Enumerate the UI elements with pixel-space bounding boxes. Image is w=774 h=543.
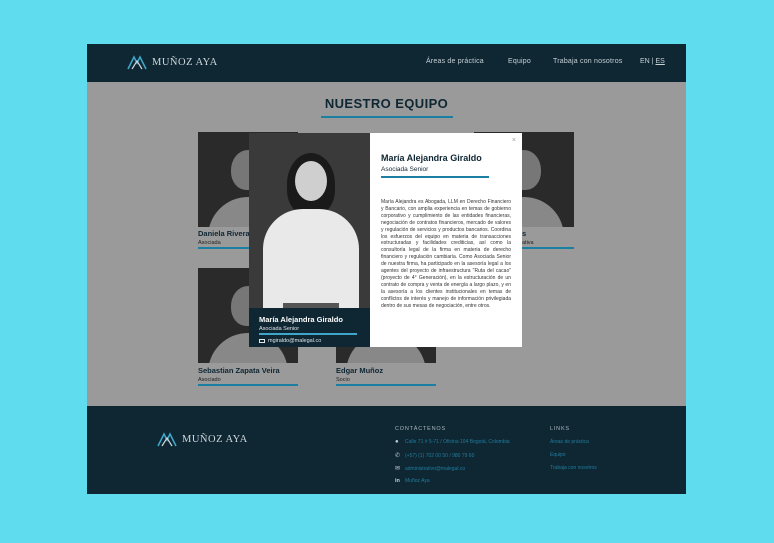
- caption-role: Asociada Senior: [259, 326, 300, 332]
- team-member-role: Asociada: [198, 240, 221, 246]
- site-footer: MUÑOZ AYA CONTÁCTENOS ● Calle 71 # 5-71 …: [87, 406, 686, 494]
- caption-email[interactable]: mgiraldo@malegal.co: [268, 338, 321, 344]
- portrait-face: [295, 161, 327, 201]
- caption-email-link[interactable]: mgiraldo@malegal.co: [259, 338, 321, 344]
- footer-link-equipo[interactable]: Equipo: [550, 452, 566, 458]
- card-underline: [336, 384, 436, 386]
- location-pin-icon: ●: [395, 439, 399, 445]
- linkedin-text[interactable]: Muñoz Aya: [405, 478, 430, 484]
- lang-separator: |: [651, 58, 654, 65]
- team-member-name[interactable]: Daniela Rivera: [198, 229, 250, 238]
- logo[interactable]: MUÑOZ AYA: [127, 54, 218, 70]
- mail-icon: [259, 339, 265, 343]
- footer-link-areas[interactable]: Áreas de práctica: [550, 439, 589, 445]
- team-member-name[interactable]: Sebastian Zapata Veira: [198, 366, 280, 375]
- team-member-name[interactable]: Edgar Muñoz: [336, 366, 383, 375]
- language-switcher: EN | ES: [640, 58, 665, 65]
- title-underline: [321, 116, 453, 118]
- modal-caption: María Alejandra Giraldo Asociada Senior …: [249, 308, 370, 347]
- nav-equipo[interactable]: Equipo: [508, 58, 531, 65]
- modal-bio: María Alejandra es Abogada, LLM en Derec…: [381, 199, 511, 309]
- footer-address: ● Calle 71 # 5-71 / Oficina 104 Bogotá, …: [395, 439, 510, 445]
- links-heading: LINKS: [550, 426, 570, 432]
- logo-text: MUÑOZ AYA: [182, 433, 248, 445]
- modal-name: María Alejandra Giraldo: [381, 153, 482, 163]
- address-text: Calle 71 # 5-71 / Oficina 104 Bogotá, Co…: [405, 439, 510, 445]
- card-underline: [198, 384, 298, 386]
- footer-link-trabaja[interactable]: Trabaja con nosotros: [550, 465, 597, 471]
- team-member-role: ativa: [522, 240, 534, 246]
- modal-panel: × María Alejandra Giraldo Asociada Senio…: [370, 133, 522, 347]
- team-member-name[interactable]: s: [522, 229, 526, 238]
- footer-logo[interactable]: MUÑOZ AYA: [157, 431, 248, 447]
- footer-linkedin[interactable]: in Muñoz Aya: [395, 478, 430, 484]
- phone-icon: ✆: [395, 453, 401, 459]
- caption-underline: [259, 333, 357, 335]
- email-text[interactable]: administrativo@malegal.co: [405, 466, 465, 472]
- caption-name: María Alejandra Giraldo: [259, 315, 343, 324]
- logo-mark-icon: [127, 55, 147, 70]
- modal-underline: [381, 176, 489, 178]
- nav-trabaja-con-nosotros[interactable]: Trabaja con nosotros: [553, 58, 623, 65]
- modal-role: Asociada Senior: [381, 166, 429, 173]
- phone-text[interactable]: (+57) (1) 702 00 50 / 980 79 60: [405, 453, 474, 459]
- website-mockup: MUÑOZ AYA Áreas de práctica Equipo Traba…: [87, 44, 686, 494]
- footer-email[interactable]: ✉ administrativo@malegal.co: [395, 465, 465, 473]
- logo-mark-icon: [157, 432, 177, 447]
- site-header: MUÑOZ AYA Áreas de práctica Equipo Traba…: [87, 44, 686, 82]
- linkedin-icon: in: [395, 478, 400, 484]
- logo-text: MUÑOZ AYA: [152, 56, 218, 68]
- team-member-role: Socio: [336, 377, 350, 383]
- lang-es[interactable]: ES: [655, 58, 664, 65]
- close-button[interactable]: ×: [512, 137, 516, 144]
- team-member-role: Asociado: [198, 377, 221, 383]
- contact-heading: CONTÁCTENOS: [395, 426, 446, 432]
- section-title: NUESTRO EQUIPO: [324, 96, 449, 111]
- nav-areas-de-practica[interactable]: Áreas de práctica: [426, 58, 484, 65]
- mail-icon: ✉: [395, 466, 401, 472]
- footer-phone[interactable]: ✆ (+57) (1) 702 00 50 / 980 79 60: [395, 452, 474, 460]
- lang-en[interactable]: EN: [640, 58, 650, 65]
